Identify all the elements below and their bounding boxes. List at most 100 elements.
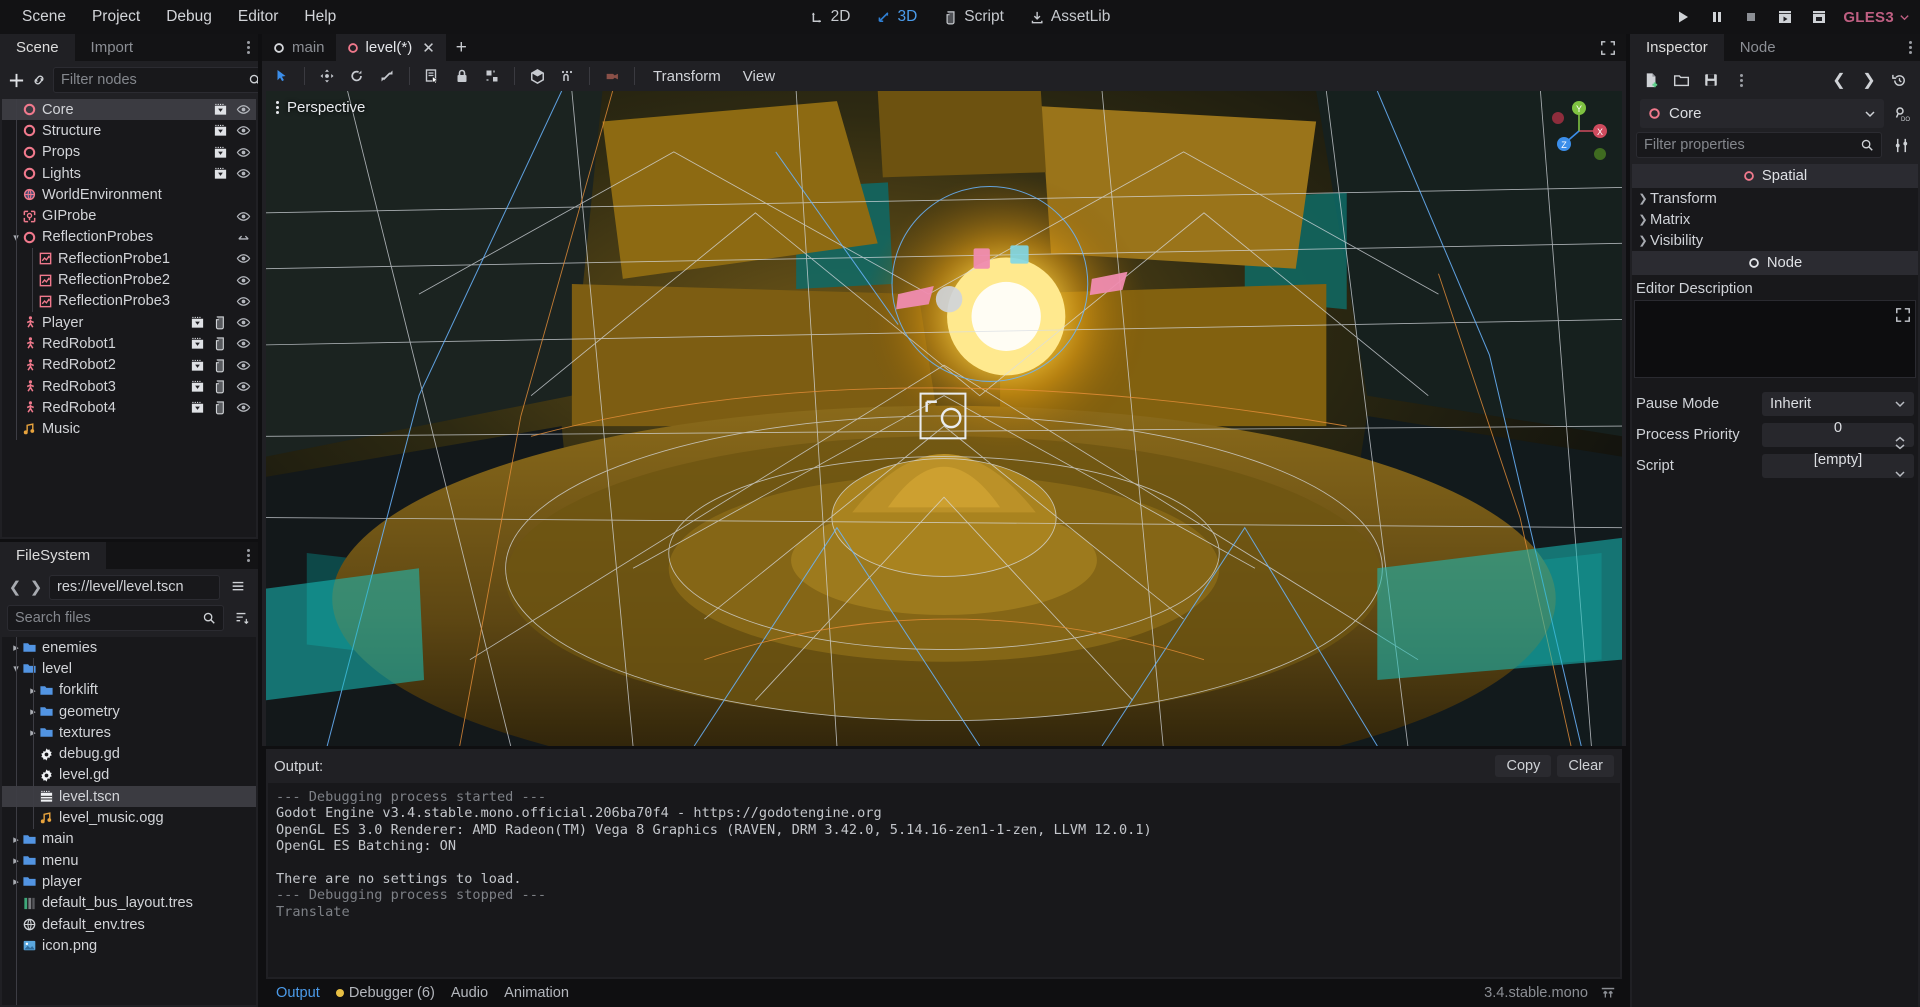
visibility-group-icon[interactable] xyxy=(190,336,205,351)
filesystem-item-textures[interactable]: ▸textures xyxy=(2,722,256,743)
scene-tree-item-redrobot2[interactable]: RedRobot2 xyxy=(2,355,256,376)
chevron-left-icon[interactable]: ❮ xyxy=(1826,67,1852,93)
scene-dock-menu-icon[interactable] xyxy=(247,41,250,54)
filter-properties-field[interactable] xyxy=(1636,132,1882,158)
tab-node[interactable]: Node xyxy=(1724,34,1792,61)
view-menu-button[interactable]: View xyxy=(733,68,785,85)
filesystem-item-player[interactable]: ▸player xyxy=(2,871,256,892)
stop-icon[interactable] xyxy=(1741,7,1761,27)
script-dropdown[interactable]: [empty] xyxy=(1762,454,1914,478)
save-icon[interactable] xyxy=(1698,67,1724,93)
filesystem-item-geometry[interactable]: ▸geometry xyxy=(2,701,256,722)
link-icon[interactable] xyxy=(31,67,47,93)
bottom-tab-audio[interactable]: Audio xyxy=(451,985,488,1001)
scene-tree-item-reflectionprobe2[interactable]: ReflectionProbe2 xyxy=(2,269,256,290)
output-log[interactable]: --- Debugging process started ---Godot E… xyxy=(268,783,1620,977)
scene-tree-item-reflectionprobe3[interactable]: ReflectionProbe3 xyxy=(2,291,256,312)
script-icon[interactable] xyxy=(213,358,228,373)
close-icon[interactable]: ✕ xyxy=(422,39,435,57)
inspected-object-selector[interactable]: Core xyxy=(1640,99,1884,128)
mode-button-script[interactable]: Script xyxy=(933,5,1014,29)
select-mode-icon[interactable] xyxy=(268,64,296,88)
bottom-tab-animation[interactable]: Animation xyxy=(504,985,569,1001)
tab-import[interactable]: Import xyxy=(75,34,150,61)
filesystem-item-menu[interactable]: ▸menu xyxy=(2,850,256,871)
spinner-arrows-icon[interactable] xyxy=(1894,436,1906,450)
chevron-right-icon[interactable]: ❯ xyxy=(1856,67,1882,93)
tab-inspector[interactable]: Inspector xyxy=(1630,34,1724,61)
script-icon[interactable] xyxy=(213,379,228,394)
viewport-menu-icon[interactable] xyxy=(276,101,279,114)
visibility-group-icon[interactable] xyxy=(190,358,205,373)
eye-icon[interactable] xyxy=(236,209,251,224)
filter-nodes-field[interactable] xyxy=(53,67,270,93)
scene-tree-item-redrobot1[interactable]: RedRobot1 xyxy=(2,333,256,354)
eye-icon[interactable] xyxy=(236,358,251,373)
menu-editor[interactable]: Editor xyxy=(226,4,291,30)
tab-filesystem[interactable]: FileSystem xyxy=(0,542,106,569)
eye-icon[interactable] xyxy=(236,102,251,117)
scene-tree[interactable]: CoreStructurePropsLightsWorldEnvironment… xyxy=(2,99,256,537)
chevron-right-icon[interactable]: ❯ xyxy=(28,578,44,596)
visibility-group-icon[interactable] xyxy=(190,400,205,415)
filesystem-item-default-env-tres[interactable]: default_env.tres xyxy=(2,914,256,935)
eye-icon[interactable] xyxy=(236,166,251,181)
search-files-field[interactable] xyxy=(7,605,224,631)
property-category-spatial[interactable]: Spatial xyxy=(1632,164,1918,188)
filesystem-item-default-bus-layout-tres[interactable]: default_bus_layout.tres xyxy=(2,893,256,914)
eye-icon[interactable] xyxy=(236,379,251,394)
script-icon[interactable] xyxy=(213,315,228,330)
camera-preview-icon[interactable] xyxy=(598,64,626,88)
process-priority-spinner[interactable]: 0 xyxy=(1762,423,1914,447)
filesystem-item-level-tscn[interactable]: level.tscn xyxy=(2,786,256,807)
visibility-group-icon[interactable] xyxy=(213,145,228,160)
clear-button[interactable]: Clear xyxy=(1557,755,1614,777)
add-scene-button[interactable]: + xyxy=(446,37,477,59)
scene-tree-item-redrobot3[interactable]: RedRobot3 xyxy=(2,376,256,397)
sort-icon[interactable] xyxy=(230,605,251,631)
open-docs-icon[interactable]: DOC xyxy=(1888,101,1914,127)
eye-icon[interactable] xyxy=(236,273,251,288)
filesystem-item-forklift[interactable]: ▸forklift xyxy=(2,680,256,701)
scene-tree-item-structure[interactable]: Structure xyxy=(2,120,256,141)
visibility-group-icon[interactable] xyxy=(190,379,205,394)
visibility-group-icon[interactable] xyxy=(213,166,228,181)
fullscreen-icon[interactable] xyxy=(1600,40,1616,56)
search-files-input[interactable] xyxy=(15,610,202,626)
object-tools-icon[interactable] xyxy=(1888,132,1914,158)
rotate-mode-icon[interactable] xyxy=(343,64,371,88)
copy-button[interactable]: Copy xyxy=(1495,755,1551,777)
scene-tree-item-reflectionprobe1[interactable]: ReflectionProbe1 xyxy=(2,248,256,269)
scene-tab-main[interactable]: main xyxy=(262,34,336,61)
list-select-icon[interactable] xyxy=(418,64,446,88)
menu-debug[interactable]: Debug xyxy=(154,4,224,30)
view-axis-gizmo[interactable]: X Y Z xyxy=(1544,96,1614,166)
new-resource-icon[interactable] xyxy=(1638,67,1664,93)
property-transform[interactable]: ❯ Transform xyxy=(1632,188,1918,209)
filesystem-item-level-music-ogg[interactable]: level_music.ogg xyxy=(2,807,256,828)
play-icon[interactable] xyxy=(1673,7,1693,27)
script-icon[interactable] xyxy=(213,400,228,415)
filesystem-dock-menu-icon[interactable] xyxy=(247,549,250,562)
filesystem-item-enemies[interactable]: ▸enemies xyxy=(2,637,256,658)
scene-tree-item-player[interactable]: Player xyxy=(2,312,256,333)
group-icon[interactable] xyxy=(478,64,506,88)
panel-layout-icon[interactable] xyxy=(1600,985,1616,1001)
property-visibility[interactable]: ❯ Visibility xyxy=(1632,230,1918,251)
viewport-info[interactable]: Perspective xyxy=(276,99,365,116)
play-scene-icon[interactable] xyxy=(1775,7,1795,27)
pause-mode-dropdown[interactable]: Inherit xyxy=(1762,392,1914,416)
menu-project[interactable]: Project xyxy=(80,4,152,30)
chevron-left-icon[interactable]: ❮ xyxy=(7,578,23,596)
history-icon[interactable] xyxy=(1886,67,1912,93)
list-toggle-icon[interactable] xyxy=(225,574,251,600)
scene-tab-level[interactable]: level(*) ✕ xyxy=(336,34,446,61)
inspector-dock-menu-icon[interactable] xyxy=(1909,41,1912,54)
collapse-icon[interactable] xyxy=(236,230,251,245)
eye-icon[interactable] xyxy=(236,123,251,138)
3d-viewport[interactable]: Perspective X Y Z xyxy=(266,91,1622,746)
filesystem-item-icon-png[interactable]: icon.png xyxy=(2,935,256,956)
tab-scene[interactable]: Scene xyxy=(0,34,75,61)
transform-menu-button[interactable]: Transform xyxy=(643,68,731,85)
move-mode-icon[interactable] xyxy=(313,64,341,88)
